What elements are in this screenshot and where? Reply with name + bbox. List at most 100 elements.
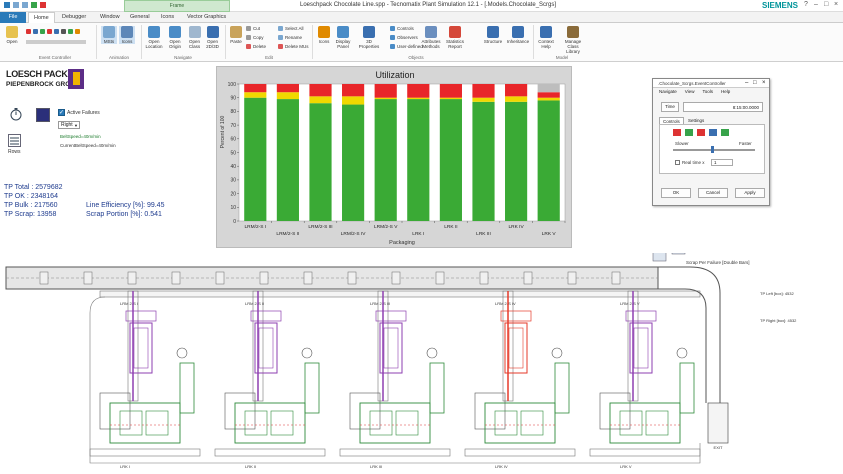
save-icon[interactable] xyxy=(4,2,10,8)
reset-button[interactable] xyxy=(673,129,681,136)
step-back-icon[interactable] xyxy=(33,29,38,34)
open-2d3d-button[interactable]: Open 2D/3D xyxy=(204,26,221,49)
msts-button[interactable]: MSts xyxy=(101,26,117,44)
redo-icon[interactable] xyxy=(22,2,28,8)
open-button[interactable]: Open xyxy=(4,26,20,44)
minimize-icon[interactable]: – xyxy=(814,1,818,8)
paste-label: Paste xyxy=(230,39,242,44)
time-button[interactable]: Time xyxy=(661,102,679,112)
realtime-input[interactable]: 1 xyxy=(711,159,733,166)
attributes-methods-button[interactable]: Attributes Methods xyxy=(420,26,442,49)
failure-icon[interactable] xyxy=(36,108,50,122)
menu-tools[interactable]: Tools xyxy=(702,88,713,96)
icons-toggle-button[interactable]: Icons xyxy=(119,26,135,44)
active-failures-checkbox[interactable]: ✓ xyxy=(58,109,65,116)
delete-button[interactable]: Delete xyxy=(246,44,266,49)
stop-button[interactable] xyxy=(697,129,705,136)
cut-button[interactable]: Cut xyxy=(246,26,260,31)
pause-icon[interactable] xyxy=(61,29,66,34)
menu-help[interactable]: Help xyxy=(721,88,730,96)
start-button[interactable] xyxy=(685,129,693,136)
cut-label: Cut xyxy=(253,26,261,31)
tab-icons[interactable]: Icons xyxy=(156,12,179,23)
plant-layout[interactable]: EXIT Scrap Per Failure [Double Bars] TP … xyxy=(0,253,843,474)
open-class-button[interactable]: Open Class xyxy=(186,26,203,49)
inheritance-button[interactable]: Inheritance xyxy=(506,26,530,44)
structure-button[interactable]: Structure xyxy=(482,26,504,44)
exit-station[interactable] xyxy=(707,402,729,444)
undo-icon[interactable] xyxy=(13,2,19,8)
stop-icon[interactable] xyxy=(40,2,46,8)
observers-button[interactable]: Observers xyxy=(390,35,418,40)
open-origin-button[interactable]: Open Origin xyxy=(166,26,184,49)
lower-conveyor[interactable] xyxy=(99,290,701,298)
select-all-button[interactable]: Select All xyxy=(278,26,304,31)
ok-button[interactable]: OK xyxy=(661,188,691,198)
tab-home[interactable]: Home xyxy=(28,12,55,23)
bar-segment xyxy=(537,100,560,221)
dialog-minimize-icon[interactable]: – xyxy=(745,80,748,86)
close-icon[interactable]: × xyxy=(834,1,838,8)
packaging-unit[interactable]: LRM 2-S II LRK II xyxy=(214,290,326,469)
user-defined-button[interactable]: User-defined xyxy=(390,44,423,49)
delete-mus-button[interactable]: Delete MUs xyxy=(278,44,309,49)
context-help-button[interactable]: Context Help xyxy=(537,26,555,49)
statistics-report-button[interactable]: Statistics Report xyxy=(444,26,466,49)
realtime-checkbox[interactable] xyxy=(675,160,680,165)
step-button[interactable] xyxy=(709,129,717,136)
packaging-unit[interactable]: LRM 2-S IVLRK IV xyxy=(464,290,576,469)
origin-icon xyxy=(169,26,181,38)
menu-view[interactable]: View xyxy=(685,88,695,96)
tp-ok: TP OK : 2348164 xyxy=(4,193,58,200)
dialog-maximize-icon[interactable]: □ xyxy=(753,80,757,86)
speed-slider[interactable] xyxy=(673,149,755,151)
start-icon[interactable] xyxy=(31,2,37,8)
folder-icon xyxy=(6,26,18,38)
y-tick-label: 10 xyxy=(230,205,236,211)
display-panel-button[interactable]: Display Panel xyxy=(334,26,352,49)
packaging-unit[interactable]: LRM 2-S V LRK V xyxy=(589,290,701,469)
step-icon[interactable] xyxy=(54,29,59,34)
machine-inner xyxy=(633,327,649,369)
fast-forward-icon[interactable] xyxy=(68,29,73,34)
packaging-unit[interactable]: LRM 2-S III LRK III xyxy=(339,290,451,469)
tab-debugger[interactable]: Debugger xyxy=(57,12,91,23)
icons-button[interactable]: Icons xyxy=(316,26,332,44)
tab-window[interactable]: Window xyxy=(95,12,125,23)
help-icon[interactable]: ? xyxy=(804,1,808,8)
copy-button[interactable]: Copy xyxy=(246,35,264,40)
record-icon[interactable] xyxy=(75,29,80,34)
tab-vector-graphics[interactable]: Vector Graphics xyxy=(182,12,231,23)
speed-slider-thumb[interactable] xyxy=(711,146,714,153)
manage-class-library-button[interactable]: Manage Class Library xyxy=(560,26,586,54)
tab-settings[interactable]: Settings xyxy=(685,117,707,124)
controls-button[interactable]: Controls xyxy=(390,26,414,31)
rows-icon[interactable] xyxy=(8,134,21,147)
stopwatch-icon[interactable] xyxy=(9,107,23,121)
model-canvas[interactable]: LOESCH PACK PIEPENBROCK GROUP ✓ Active F… xyxy=(0,63,843,474)
3d-properties-button[interactable]: 3D Properties xyxy=(358,26,380,49)
event-controller-dialog[interactable]: .Chocolate_Scrgs.EventController – □ × N… xyxy=(652,78,770,206)
reset-icon[interactable] xyxy=(26,29,31,34)
paste-button[interactable]: Paste xyxy=(229,26,243,44)
chart-svg: Utilization Percent of 100 Packaging 0 10… xyxy=(220,70,566,246)
open-location-button[interactable]: Open Location xyxy=(145,26,163,49)
packaging-unit[interactable]: LRM 2-S I LRK I xyxy=(89,290,201,469)
cancel-button[interactable]: Cancel xyxy=(698,188,728,198)
tab-general[interactable]: General xyxy=(125,12,155,23)
direction-dropdown[interactable]: Right ▼ xyxy=(58,121,80,129)
tab-file[interactable]: File xyxy=(0,12,26,23)
failure-chart-icon[interactable] xyxy=(671,253,686,255)
start-icon[interactable] xyxy=(40,29,45,34)
apply-button[interactable]: Apply xyxy=(735,188,765,198)
menu-navigate[interactable]: Navigate xyxy=(659,88,677,96)
fast-forward-button[interactable] xyxy=(721,129,729,136)
stop-icon[interactable] xyxy=(47,29,52,34)
conveyor-icon[interactable] xyxy=(652,253,667,262)
maximize-icon[interactable]: □ xyxy=(824,1,828,8)
dialog-close-icon[interactable]: × xyxy=(762,80,766,86)
chart-y-label: Percent of 100 xyxy=(220,116,226,149)
rename-button[interactable]: Rename xyxy=(278,35,302,40)
speed-slider[interactable] xyxy=(26,40,86,44)
exit-curve-conveyor[interactable] xyxy=(658,266,721,403)
